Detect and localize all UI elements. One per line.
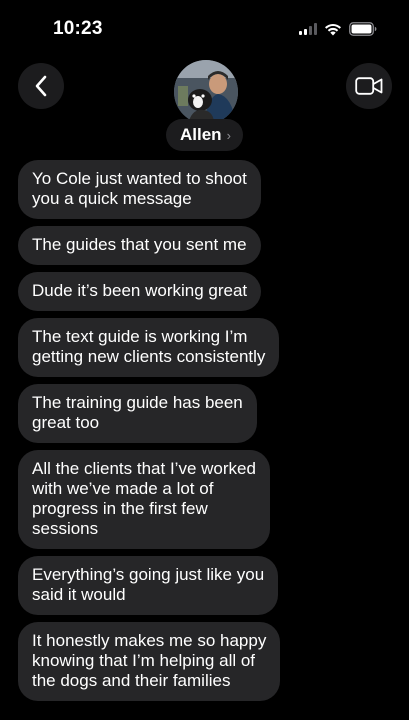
message-list: Yo Cole just wanted to shoot you a quick… bbox=[18, 160, 318, 708]
contact-name: Allen bbox=[180, 125, 222, 144]
video-call-button[interactable] bbox=[346, 63, 392, 109]
wifi-icon bbox=[324, 23, 342, 36]
chevron-left-icon bbox=[35, 75, 47, 97]
avatar[interactable] bbox=[174, 60, 238, 124]
message-bubble[interactable]: Everything’s going just like you said it… bbox=[18, 556, 279, 615]
back-button[interactable] bbox=[18, 63, 64, 109]
status-bar: 10:23 bbox=[0, 0, 409, 50]
status-time: 10:23 bbox=[53, 18, 103, 39]
message-bubble[interactable]: Yo Cole just wanted to shoot you a quick… bbox=[18, 160, 261, 219]
message-bubble[interactable]: All the clients that I’ve worked with we… bbox=[18, 450, 270, 549]
message-bubble[interactable]: Dude it’s been working great bbox=[18, 272, 262, 311]
battery-icon bbox=[349, 22, 377, 36]
message-bubble[interactable]: It honestly makes me so happy knowing th… bbox=[18, 622, 281, 701]
conversation-header: Allen › bbox=[0, 55, 409, 155]
chevron-right-icon: › bbox=[226, 127, 231, 143]
status-icons bbox=[299, 22, 377, 36]
message-bubble[interactable]: The training guide has been great too bbox=[18, 384, 257, 443]
signal-icon bbox=[299, 23, 317, 35]
message-bubble[interactable]: The text guide is working I’m getting ne… bbox=[18, 318, 280, 377]
message-bubble[interactable]: The guides that you sent me bbox=[18, 226, 261, 265]
video-camera-icon bbox=[355, 77, 383, 95]
contact-name-button[interactable]: Allen › bbox=[166, 119, 243, 151]
